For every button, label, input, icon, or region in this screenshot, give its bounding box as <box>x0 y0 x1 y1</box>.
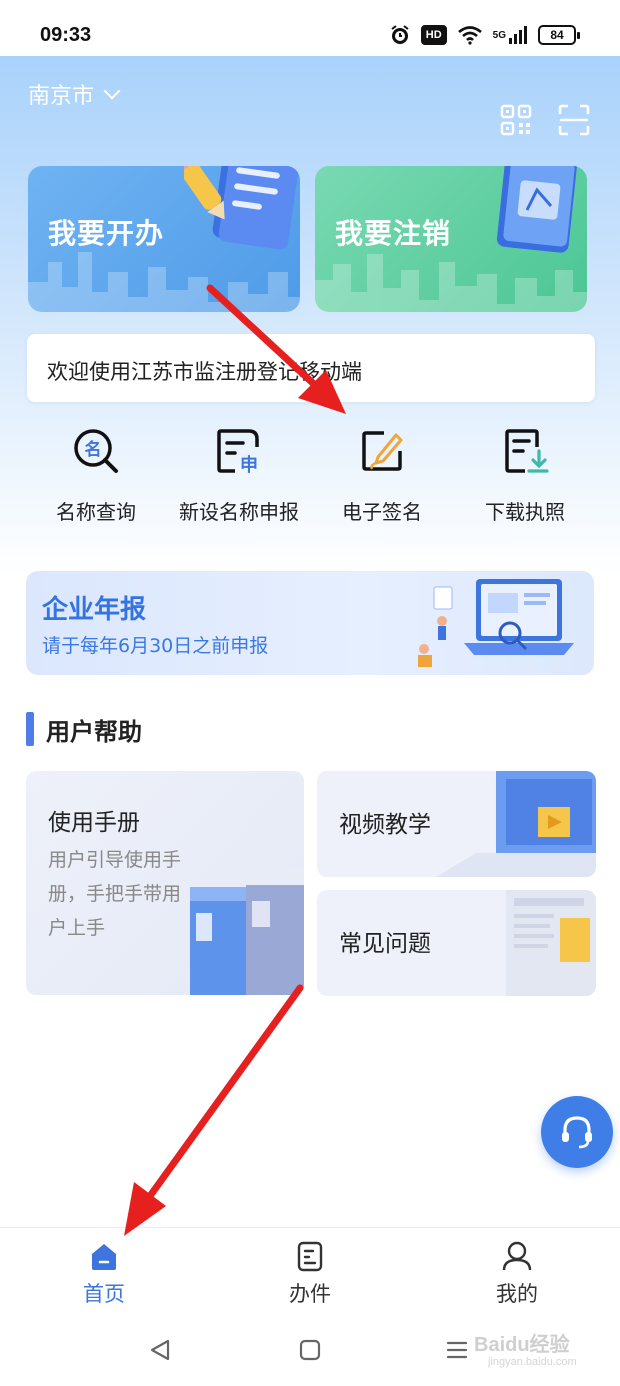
header-actions <box>500 104 590 136</box>
quick-action-label: 电子签名 <box>342 500 422 524</box>
download-license-icon <box>505 429 549 473</box>
quick-action-new-name[interactable]: 申 新设名称申报 <box>169 425 309 529</box>
hd-icon: HD <box>420 25 447 45</box>
svg-text:申: 申 <box>240 454 258 476</box>
document-pencil-illustration <box>184 166 300 250</box>
quick-action-name-search[interactable]: 名 名称查询 <box>26 425 166 529</box>
back-triangle-icon[interactable] <box>146 1335 176 1365</box>
status-bar: 09:33 HD 5G 84 <box>0 0 620 56</box>
video-laptop-illustration <box>436 771 596 877</box>
city-label: 南京市 <box>28 84 95 109</box>
home-icon <box>92 1244 116 1270</box>
status-time: 09:33 <box>40 24 92 46</box>
annual-report-banner[interactable]: 企业年报 请于每年6月30日之前申报 <box>26 571 594 675</box>
clipboard-illustration <box>496 166 578 253</box>
user-manual-card[interactable]: 使用手册 用户引导使用手册，手把手带用户上手 <box>26 771 304 995</box>
video-tutorial-card[interactable]: 视频教学 <box>317 771 596 877</box>
user-icon <box>502 1241 532 1271</box>
chevron-down-icon <box>103 82 121 100</box>
cancel-business-card[interactable]: 我要注销 <box>315 166 587 312</box>
home-square-icon[interactable] <box>295 1335 325 1365</box>
help-section-title: 用户帮助 <box>46 717 142 746</box>
city-selector[interactable]: 南京市 <box>28 78 121 110</box>
tab-tasks[interactable]: 办件 <box>250 1240 370 1308</box>
quick-action-label: 新设名称申报 <box>179 500 299 524</box>
faq-card[interactable]: 常见问题 <box>317 890 596 996</box>
battery-icon: 84 <box>538 25 580 45</box>
user-manual-desc: 用户引导使用手册，手把手带用户上手 <box>48 849 182 939</box>
bottom-tab-bar: 首页 办件 我的 <box>0 1227 620 1315</box>
arrow-to-home-tab <box>124 984 304 1236</box>
tab-tasks-label: 办件 <box>289 1282 331 1306</box>
annual-report-title: 企业年报 <box>42 595 147 625</box>
watermark-text: Baidu经验 <box>474 1334 570 1356</box>
tab-mine[interactable]: 我的 <box>457 1240 577 1308</box>
video-tutorial-title: 视频教学 <box>339 812 431 838</box>
wifi-icon <box>457 26 482 45</box>
new-name-apply-icon: 申 <box>217 429 259 476</box>
open-business-label: 我要开办 <box>48 217 165 250</box>
name-search-icon: 名 <box>74 429 118 473</box>
help-section-header: 用户帮助 <box>26 712 142 746</box>
e-signature-icon <box>362 431 403 471</box>
tab-mine-label: 我的 <box>496 1282 538 1306</box>
welcome-text: 欢迎使用江苏市监注册登记移动端 <box>47 360 362 384</box>
quick-action-label: 下载执照 <box>485 500 565 524</box>
tab-home-label: 首页 <box>83 1282 125 1306</box>
welcome-banner: 欢迎使用江苏市监注册登记移动端 <box>27 334 595 402</box>
section-accent-bar <box>26 712 34 746</box>
open-business-card[interactable]: 我要开办 <box>28 166 300 312</box>
network-label: 5G <box>492 29 506 41</box>
faq-title: 常见问题 <box>339 931 431 957</box>
quick-action-e-signature[interactable]: 电子签名 <box>312 425 452 529</box>
qr-code-icon[interactable] <box>500 104 532 136</box>
status-icons: HD 5G 84 <box>389 24 580 46</box>
document-icon <box>297 1241 323 1272</box>
user-manual-title: 使用手册 <box>48 810 140 836</box>
menu-lines-icon[interactable] <box>442 1335 472 1365</box>
signal-icon: 5G <box>493 26 528 44</box>
books-illustration <box>190 869 304 995</box>
cancel-business-label: 我要注销 <box>335 217 452 250</box>
faq-document-illustration <box>506 890 596 996</box>
customer-service-button[interactable] <box>541 1096 613 1168</box>
headset-icon <box>562 1116 592 1149</box>
watermark-subtext: jingyan.baidu.com <box>488 1356 577 1368</box>
quick-action-download-license[interactable]: 下载执照 <box>455 425 595 529</box>
laptop-illustration <box>418 579 574 667</box>
quick-action-label: 名称查询 <box>56 500 136 524</box>
tab-home[interactable]: 首页 <box>44 1240 164 1308</box>
alarm-icon <box>391 25 409 44</box>
scan-icon[interactable] <box>558 104 590 136</box>
svg-text:名: 名 <box>85 439 102 460</box>
annual-report-subtitle: 请于每年6月30日之前申报 <box>42 635 269 657</box>
